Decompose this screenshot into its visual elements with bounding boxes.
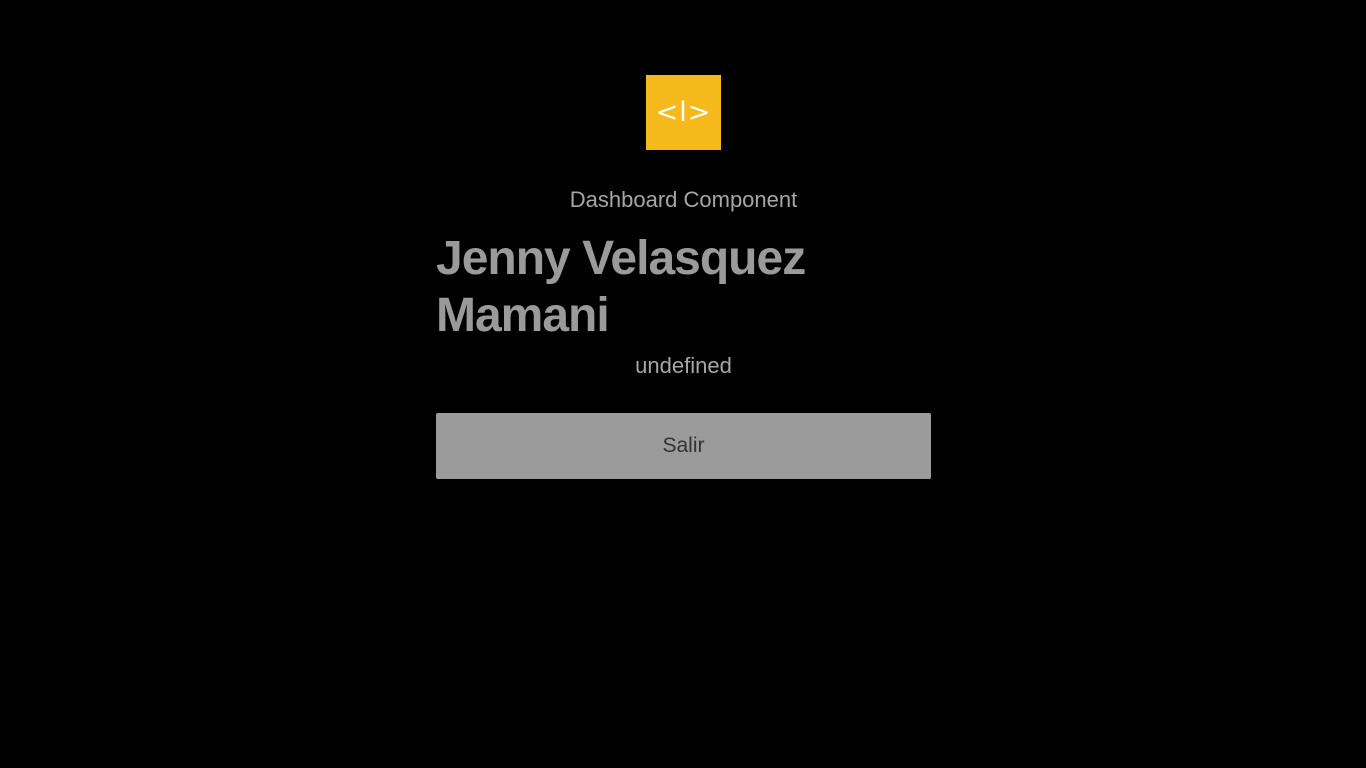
user-role-text: undefined bbox=[635, 353, 732, 378]
code-brackets-icon: <l> bbox=[655, 97, 712, 128]
logout-button[interactable]: Salir bbox=[436, 413, 931, 479]
user-name-heading: Jenny Velasquez Mamani bbox=[436, 232, 806, 342]
app-logo: <l> bbox=[646, 75, 721, 150]
component-title: Dashboard Component bbox=[569, 187, 798, 212]
dashboard-page: <l> Dashboard Component Jenny Velasquez … bbox=[0, 0, 1366, 768]
